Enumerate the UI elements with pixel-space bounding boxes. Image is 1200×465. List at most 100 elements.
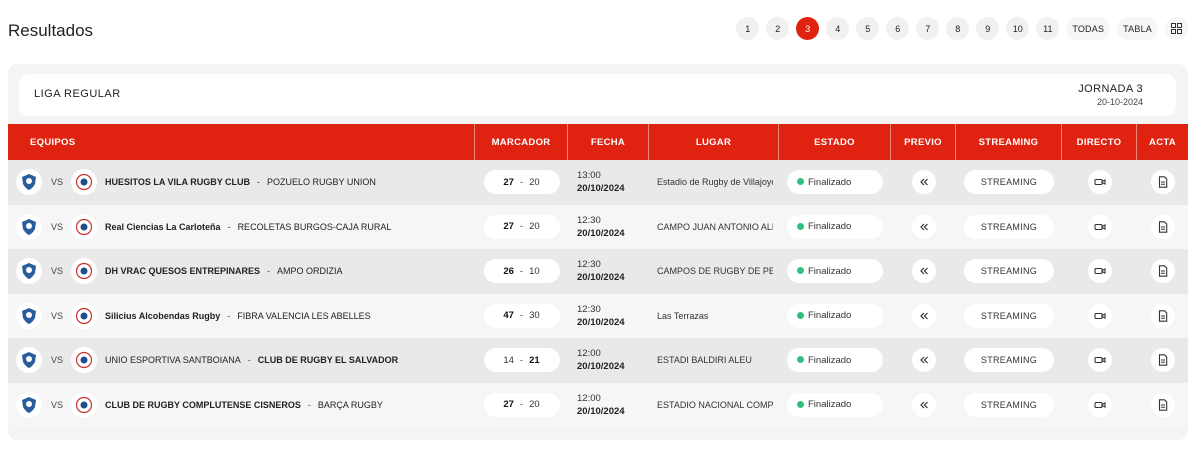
home-team-logo <box>16 169 42 196</box>
home-score: 27 <box>503 221 514 233</box>
col-date: FECHA <box>568 124 649 160</box>
status-badge: Finalizado <box>787 259 883 284</box>
page-button-4[interactable]: 4 <box>826 17 850 40</box>
home-team-name[interactable]: CLUB DE RUGBY COMPLUTENSE CISNEROS <box>105 400 301 410</box>
away-team-name[interactable]: AMPO ORDIZIA <box>277 266 343 276</box>
live-cell <box>1062 249 1137 294</box>
page-button-11[interactable]: 11 <box>1036 17 1060 40</box>
date-cell: 12:30 20/10/2024 <box>568 249 649 294</box>
page-button-1[interactable]: 1 <box>736 17 760 40</box>
col-teams: EQUIPOS <box>8 124 475 160</box>
preview-cell <box>891 294 956 339</box>
round-date: 20-10-2024 <box>1096 97 1143 107</box>
away-score: 21 <box>529 354 540 366</box>
live-button[interactable] <box>1087 392 1112 417</box>
streaming-cell: STREAMING <box>956 383 1062 428</box>
home-team-name[interactable]: DH VRAC QUESOS ENTREPINARES <box>105 266 260 276</box>
away-team-name[interactable]: BARÇA RUGBY <box>318 400 383 410</box>
acta-button[interactable] <box>1150 259 1175 284</box>
all-rounds-button[interactable]: TODAS <box>1066 17 1111 40</box>
match-time: 13:00 <box>577 170 601 182</box>
preview-button[interactable] <box>911 392 936 417</box>
away-team-name[interactable]: POZUELO RUGBY UNION <box>267 177 376 187</box>
home-team-name[interactable]: Silicius Alcobendas Rugby <box>105 311 220 321</box>
round-title: JORNADA 3 <box>1078 83 1143 95</box>
live-button[interactable] <box>1087 259 1112 284</box>
streaming-button[interactable]: STREAMING <box>964 214 1054 239</box>
double-chevron-left-icon <box>919 356 928 364</box>
status-cell: Finalizado <box>779 205 891 250</box>
page-title: Resultados <box>8 21 94 40</box>
live-cell <box>1062 205 1137 250</box>
score-pill: 14 - 21 <box>483 348 560 373</box>
score-pill: 47 - 30 <box>483 303 560 328</box>
results-panel: LIGA REGULAR JORNADA 3 20-10-2024 EQUIPO… <box>8 64 1188 440</box>
double-chevron-left-icon <box>919 312 928 320</box>
place-cell: CAMPO JUAN ANTONIO ALBEA <box>649 205 779 250</box>
video-camera-icon <box>1093 357 1106 364</box>
acta-button[interactable] <box>1150 392 1175 417</box>
score-pill: 27 - 20 <box>483 214 560 239</box>
streaming-button[interactable]: STREAMING <box>964 170 1054 195</box>
date-cell: 12:30 20/10/2024 <box>568 205 649 250</box>
page-button-9[interactable]: 9 <box>976 17 1000 40</box>
live-button[interactable] <box>1087 214 1112 239</box>
match-place: Las Terrazas <box>657 310 709 321</box>
status-text: Finalizado <box>808 310 852 322</box>
acta-button[interactable] <box>1150 170 1175 195</box>
preview-button[interactable] <box>911 303 936 328</box>
page-button-3[interactable]: 3 <box>796 17 820 40</box>
preview-button[interactable] <box>911 214 936 239</box>
page-button-5[interactable]: 5 <box>856 17 880 40</box>
away-team-name[interactable]: FIBRA VALENCIA LES ABELLES <box>237 311 370 321</box>
document-icon <box>1158 399 1167 411</box>
streaming-button[interactable]: STREAMING <box>964 392 1054 417</box>
table-row: VS DH VRAC QUESOS ENTREPINARES - AMPO OR… <box>8 249 1188 294</box>
status-text: Finalizado <box>808 265 852 277</box>
acta-cell <box>1137 294 1188 339</box>
away-score: 10 <box>529 265 540 277</box>
grid-view-button[interactable] <box>1165 17 1188 40</box>
teams-cell: VS Real Ciencias La Carloteña - RECOLETA… <box>8 205 475 250</box>
match-place: ESTADI BALDIRI ALEU <box>657 355 752 366</box>
acta-button[interactable] <box>1150 348 1175 373</box>
home-team-name[interactable]: UNIO ESPORTIVA SANTBOIANA <box>105 355 241 365</box>
acta-button[interactable] <box>1150 214 1175 239</box>
match-date: 20/10/2024 <box>577 405 625 417</box>
page-button-7[interactable]: 7 <box>916 17 940 40</box>
home-team-name[interactable]: HUESITOS LA VILA RUGBY CLUB <box>105 177 250 187</box>
preview-button[interactable] <box>911 170 936 195</box>
streaming-button[interactable]: STREAMING <box>964 303 1054 328</box>
place-cell: ESTADI BALDIRI ALEU <box>649 338 779 383</box>
document-icon <box>1158 354 1167 366</box>
page-button-2[interactable]: 2 <box>766 17 790 40</box>
col-place: LUGAR <box>649 124 779 160</box>
score-pill: 27 - 20 <box>483 392 560 417</box>
double-chevron-left-icon <box>919 267 928 275</box>
home-team-name[interactable]: Real Ciencias La Carloteña <box>105 222 221 232</box>
away-team-name[interactable]: RECOLETAS BURGOS-CAJA RURAL <box>238 222 392 232</box>
score-pill: 27 - 20 <box>483 170 560 195</box>
acta-button[interactable] <box>1150 303 1175 328</box>
streaming-button[interactable]: STREAMING <box>964 348 1054 373</box>
teams-cell: VS UNIO ESPORTIVA SANTBOIANA - CLUB DE R… <box>8 338 475 383</box>
grid-icon <box>1171 23 1182 34</box>
live-button[interactable] <box>1087 348 1112 373</box>
date-cell: 12:30 20/10/2024 <box>568 294 649 339</box>
preview-button[interactable] <box>911 259 936 284</box>
table-button[interactable]: TABLA <box>1117 17 1158 40</box>
status-text: Finalizado <box>808 354 852 366</box>
score-cell: 14 - 21 <box>475 338 568 383</box>
round-pager: 1 2 3 4 5 6 7 8 9 10 11 TODAS TABLA <box>736 17 1188 40</box>
page-button-10[interactable]: 10 <box>1006 17 1030 40</box>
home-score: 47 <box>503 310 514 322</box>
page-button-6[interactable]: 6 <box>886 17 910 40</box>
live-button[interactable] <box>1087 303 1112 328</box>
away-team-name[interactable]: CLUB DE RUGBY EL SALVADOR <box>258 355 398 365</box>
status-text: Finalizado <box>808 399 852 411</box>
live-button[interactable] <box>1087 170 1112 195</box>
preview-button[interactable] <box>911 348 936 373</box>
home-team-logo <box>16 302 42 329</box>
streaming-button[interactable]: STREAMING <box>964 259 1054 284</box>
page-button-8[interactable]: 8 <box>946 17 970 40</box>
